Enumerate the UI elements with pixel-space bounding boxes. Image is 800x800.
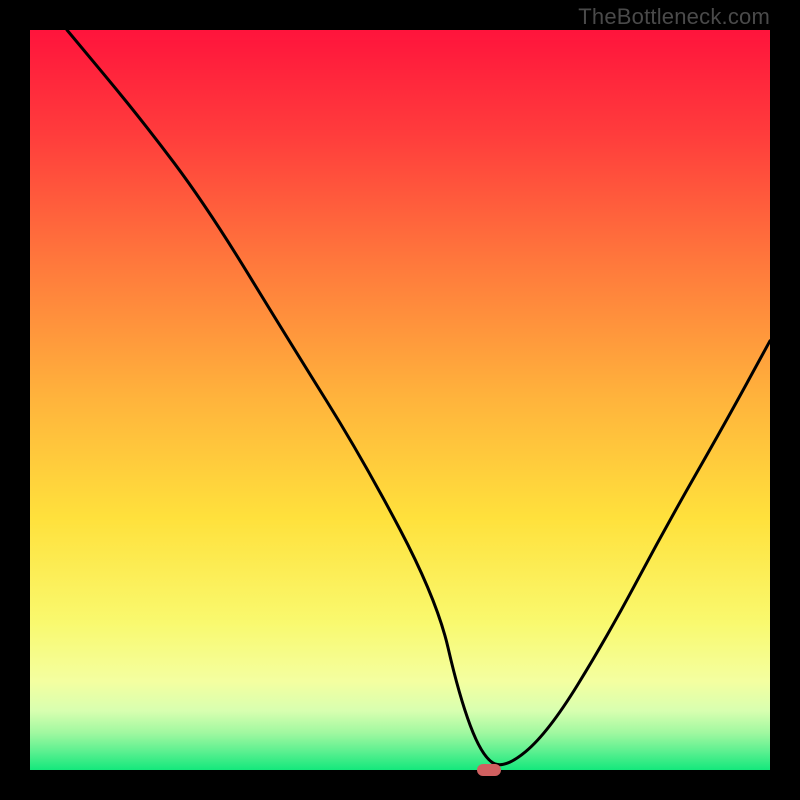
watermark-text: TheBottleneck.com (578, 4, 770, 30)
bottleneck-curve (30, 30, 770, 770)
minimum-marker (477, 764, 501, 776)
plot-area (30, 30, 770, 770)
chart-frame: TheBottleneck.com (0, 0, 800, 800)
